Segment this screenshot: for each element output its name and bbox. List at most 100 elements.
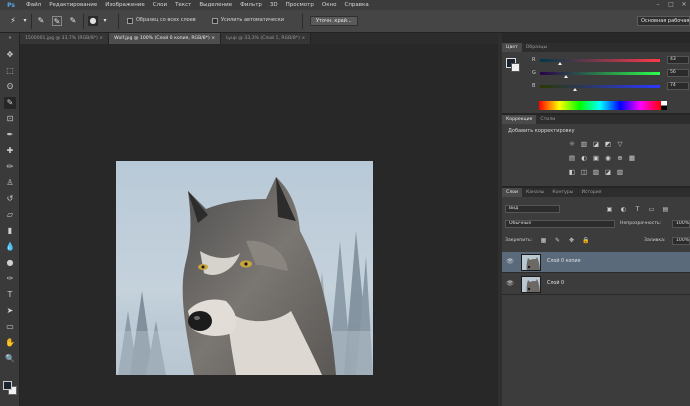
gradient-map-icon[interactable]: ◪ [604,168,612,176]
blend-mode-select[interactable]: Обычные [505,220,615,228]
black-white-icon[interactable]: ▣ [592,154,600,162]
color-slider-r[interactable]: R 43 [532,56,689,66]
path-selection-tool-icon[interactable]: ➤ [4,305,16,317]
panel-background-swatch[interactable] [511,63,520,72]
slider-value-r[interactable]: 43 [667,56,689,64]
selective-color-icon[interactable]: ▧ [616,168,624,176]
curves-icon[interactable]: ◪ [592,140,600,148]
color-slider-g[interactable]: G 56 [532,69,689,79]
invert-icon[interactable]: ◧ [568,168,576,176]
doc-tab-lyup[interactable]: Lyup @ 33,3% (Слой 1, RGB/8*) × [221,33,312,44]
color-balance-icon[interactable]: ◐ [580,154,588,162]
marquee-tool-icon[interactable]: ⬚ [4,65,16,77]
black-white-ramp[interactable] [661,101,667,110]
clone-stamp-tool-icon[interactable]: ♙ [4,177,16,189]
quick-selection-tool-icon[interactable]: ✎ [4,97,16,109]
add-to-selection-icon[interactable]: ✎ [52,16,62,26]
slider-track-b[interactable] [540,85,660,88]
wolf-photo[interactable] [116,161,373,375]
layer-row-wolf-copy[interactable]: 👁 Слой 0 копия [502,252,690,273]
quick-selection-tool-icon[interactable]: ⚡ [8,16,18,26]
tab-layers[interactable]: Слои [502,188,522,197]
shape-tool-icon[interactable]: ▭ [4,321,16,333]
blur-tool-icon[interactable]: 💧 [4,241,16,253]
vibrance-icon[interactable]: ▽ [616,140,624,148]
tab-paths[interactable]: Контуры [548,188,577,197]
tab-styles[interactable]: Стили [536,115,559,124]
eyedropper-tool-icon[interactable]: ✒ [4,129,16,141]
slider-value-b[interactable]: 74 [667,82,689,90]
brightness-contrast-icon[interactable]: ☼ [568,140,576,148]
auto-enhance-checkbox[interactable] [212,18,218,24]
color-lookup-icon[interactable]: ▦ [628,154,636,162]
visibility-eye-icon[interactable]: 👁 [506,280,514,288]
menu-item[interactable]: Изображение [101,2,149,8]
healing-brush-tool-icon[interactable]: ✚ [4,145,16,157]
type-tool-icon[interactable]: T [4,289,16,301]
tab-adjustments[interactable]: Коррекция [502,115,537,124]
tab-color[interactable]: Цвет [502,43,522,52]
menu-item[interactable]: Текст [171,2,195,8]
menu-item[interactable]: Слои [149,2,171,8]
minimize-button[interactable]: – [654,1,662,8]
filter-pixel-icon[interactable]: ▣ [606,206,613,213]
hue-saturation-icon[interactable]: ▤ [568,154,576,162]
brush-picker-dropdown-icon[interactable]: ▾ [100,16,110,26]
menu-item[interactable]: Просмотр [282,2,318,8]
color-slider-b[interactable]: B 74 [532,82,689,92]
filter-shape-icon[interactable]: ▭ [648,206,655,213]
menu-item[interactable]: Файл [22,2,45,8]
brush-size-picker-icon[interactable]: ● [88,16,98,26]
pen-tool-icon[interactable]: ✑ [4,273,16,285]
doc-tab-wolf[interactable]: Wolf.jpg @ 100% (Слой 0 копия, RGB/8*) × [109,33,222,44]
slider-thumb-b[interactable] [572,88,577,91]
crop-tool-icon[interactable]: ⊡ [4,113,16,125]
menu-item[interactable]: Окно [318,2,341,8]
tool-preset-dropdown-icon[interactable]: ▾ [20,16,30,26]
visibility-eye-icon[interactable]: 👁 [506,258,514,266]
filter-adjustment-icon[interactable]: ◐ [620,206,627,213]
slider-thumb-g[interactable] [564,75,569,78]
levels-icon[interactable]: ▥ [580,140,588,148]
close-window-button[interactable]: ✕ [680,1,688,8]
maximize-button[interactable]: □ [667,1,675,8]
sample-all-layers-checkbox[interactable] [127,18,133,24]
subtract-from-selection-icon[interactable]: ✎ [68,16,78,26]
brush-tool-icon[interactable]: ✏ [4,161,16,173]
lock-position-icon[interactable]: ✥ [568,237,575,244]
lock-all-icon[interactable]: 🔒 [582,237,589,244]
lock-transparent-icon[interactable]: ▦ [540,237,547,244]
zoom-tool-icon[interactable]: 🔍 [4,353,16,365]
history-brush-tool-icon[interactable]: ↺ [4,193,16,205]
lasso-tool-icon[interactable]: ʘ [4,81,16,93]
fill-input[interactable]: 100% [672,237,690,245]
photo-filter-icon[interactable]: ◉ [604,154,612,162]
exposure-icon[interactable]: ◩ [604,140,612,148]
layer-filter-kind-select[interactable]: Вид [505,205,560,213]
hand-tool-icon[interactable]: ✋ [4,337,16,349]
channel-mixer-icon[interactable]: ⊕ [616,154,624,162]
canvas-area[interactable] [20,44,498,406]
threshold-icon[interactable]: ▨ [592,168,600,176]
posterize-icon[interactable]: ◫ [580,168,588,176]
workspace-select[interactable]: Основная рабочая [637,16,690,26]
menu-item[interactable]: Фильтр [236,2,266,8]
move-tool-icon[interactable]: ✥ [4,49,16,61]
doc-tab-1500001[interactable]: 1500001.jpg @ 33,7% (RGB/8*) × [20,33,110,44]
menu-item[interactable]: 3D [266,2,282,8]
gradient-tool-icon[interactable]: ▮ [4,225,16,237]
menu-item[interactable]: Выделение [195,2,236,8]
menu-item[interactable]: Справка [340,2,372,8]
slider-value-g[interactable]: 56 [667,69,689,77]
tab-channels[interactable]: Каналы [522,188,548,197]
tab-history[interactable]: История [577,188,605,197]
refine-edge-button[interactable]: Уточн. край... [310,16,358,26]
menu-item[interactable]: Редактирование [45,2,101,8]
layer-row-wolf[interactable]: 👁 Слой 0 [502,274,690,295]
lock-image-icon[interactable]: ✎ [554,237,561,244]
tab-swatches[interactable]: Образцы [522,43,551,52]
eraser-tool-icon[interactable]: ▱ [4,209,16,221]
slider-track-g[interactable] [540,72,660,75]
filter-smart-object-icon[interactable]: ▤ [662,206,669,213]
color-spectrum-bar[interactable] [539,101,661,110]
